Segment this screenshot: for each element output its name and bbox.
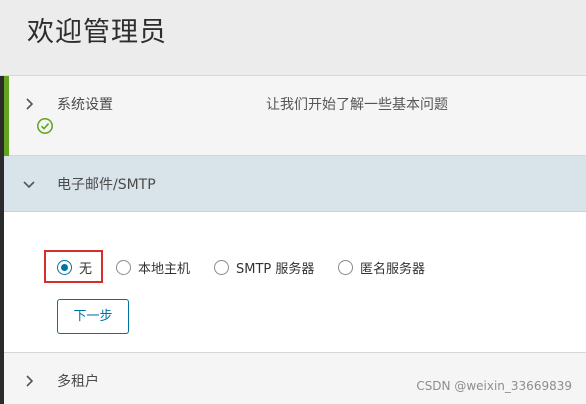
radio-label: SMTP 服务器 [236, 261, 315, 277]
step-label: 系统设置 [57, 97, 113, 113]
radio-anonymous-server[interactable]: 匿名服务器 [338, 252, 425, 282]
radio-localhost[interactable]: 本地主机 [116, 252, 190, 282]
step-label: 电子邮件/SMTP [57, 177, 156, 193]
chevron-right-icon[interactable] [22, 373, 38, 389]
chevron-right-icon[interactable] [22, 96, 38, 112]
watermark-text: CSDN @weixin_33669839 [416, 379, 572, 393]
radio-label: 本地主机 [138, 261, 191, 277]
radio-smtp-server[interactable]: SMTP 服务器 [214, 252, 314, 282]
step-system-settings[interactable]: 系统设置 让我们开始了解一些基本问题 [4, 76, 586, 156]
radio-none[interactable]: 无 [57, 252, 92, 282]
smtp-panel: 无 本地主机 SMTP 服务器 匿名服务器 下一步 [4, 212, 586, 353]
chevron-down-icon[interactable] [21, 177, 37, 193]
radio-circle[interactable] [338, 259, 353, 275]
page-title: 欢迎管理员 [27, 17, 167, 48]
page-header: 欢迎管理员 [0, 0, 586, 76]
check-circle-icon [37, 118, 53, 134]
completed-accent-bar [4, 76, 9, 156]
radio-label: 匿名服务器 [360, 261, 426, 277]
radio-label: 无 [79, 261, 93, 277]
radio-circle[interactable] [214, 259, 229, 275]
radio-circle[interactable] [116, 259, 131, 275]
step-label: 多租户 [57, 374, 99, 390]
step-description: 让我们开始了解一些基本问题 [266, 97, 448, 113]
radio-circle-selected[interactable] [57, 259, 72, 275]
step-email-smtp[interactable]: 电子邮件/SMTP [4, 156, 586, 212]
next-button[interactable]: 下一步 [57, 299, 129, 334]
